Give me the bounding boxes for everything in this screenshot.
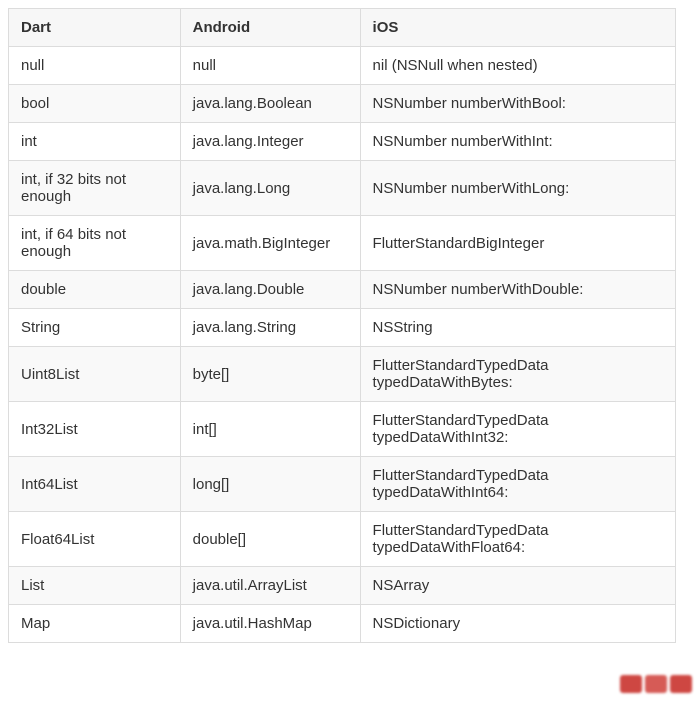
cell-dart: String <box>9 309 181 347</box>
table-row: Int64List long[] FlutterStandardTypedDat… <box>9 457 676 512</box>
table-row: int java.lang.Integer NSNumber numberWit… <box>9 123 676 161</box>
cell-android: java.lang.Boolean <box>180 85 360 123</box>
cell-ios: FlutterStandardTypedData typedDataWithIn… <box>360 402 675 457</box>
cell-dart: Float64List <box>9 512 181 567</box>
cell-dart: Int32List <box>9 402 181 457</box>
cell-ios: NSNumber numberWithLong: <box>360 161 675 216</box>
table-row: bool java.lang.Boolean NSNumber numberWi… <box>9 85 676 123</box>
header-dart: Dart <box>9 9 181 47</box>
cell-dart: int, if 32 bits not enough <box>9 161 181 216</box>
cell-dart: null <box>9 47 181 85</box>
cell-ios: FlutterStandardTypedData typedDataWithBy… <box>360 347 675 402</box>
cell-ios: nil (NSNull when nested) <box>360 47 675 85</box>
cell-android: java.lang.Integer <box>180 123 360 161</box>
cell-dart: Int64List <box>9 457 181 512</box>
cell-ios: NSString <box>360 309 675 347</box>
cell-dart: bool <box>9 85 181 123</box>
cell-android: byte[] <box>180 347 360 402</box>
cell-dart: Uint8List <box>9 347 181 402</box>
table-row: double java.lang.Double NSNumber numberW… <box>9 271 676 309</box>
cell-ios: NSNumber numberWithInt: <box>360 123 675 161</box>
table-row: int, if 32 bits not enough java.lang.Lon… <box>9 161 676 216</box>
cell-ios: FlutterStandardTypedData typedDataWithFl… <box>360 512 675 567</box>
cell-android: java.lang.Double <box>180 271 360 309</box>
table-header-row: Dart Android iOS <box>9 9 676 47</box>
cell-ios: NSDictionary <box>360 605 675 643</box>
cell-dart: Map <box>9 605 181 643</box>
table-row: Uint8List byte[] FlutterStandardTypedDat… <box>9 347 676 402</box>
cell-android: int[] <box>180 402 360 457</box>
cell-dart: double <box>9 271 181 309</box>
cell-ios: FlutterStandardTypedData typedDataWithIn… <box>360 457 675 512</box>
header-ios: iOS <box>360 9 675 47</box>
cell-android: null <box>180 47 360 85</box>
cell-dart: List <box>9 567 181 605</box>
cell-ios: NSNumber numberWithBool: <box>360 85 675 123</box>
cell-android: java.util.ArrayList <box>180 567 360 605</box>
table-row: int, if 64 bits not enough java.math.Big… <box>9 216 676 271</box>
table-row: String java.lang.String NSString <box>9 309 676 347</box>
cell-dart: int <box>9 123 181 161</box>
cell-android: java.util.HashMap <box>180 605 360 643</box>
cell-dart: int, if 64 bits not enough <box>9 216 181 271</box>
table-row: List java.util.ArrayList NSArray <box>9 567 676 605</box>
cell-android: double[] <box>180 512 360 567</box>
table-row: null null nil (NSNull when nested) <box>9 47 676 85</box>
cell-android: java.math.BigInteger <box>180 216 360 271</box>
watermark-icon <box>617 672 695 696</box>
cell-android: long[] <box>180 457 360 512</box>
table-row: Int32List int[] FlutterStandardTypedData… <box>9 402 676 457</box>
table-row: Map java.util.HashMap NSDictionary <box>9 605 676 643</box>
cell-ios: FlutterStandardBigInteger <box>360 216 675 271</box>
header-android: Android <box>180 9 360 47</box>
type-mapping-table: Dart Android iOS null null nil (NSNull w… <box>8 8 676 643</box>
table-row: Float64List double[] FlutterStandardType… <box>9 512 676 567</box>
cell-ios: NSArray <box>360 567 675 605</box>
cell-android: java.lang.Long <box>180 161 360 216</box>
cell-ios: NSNumber numberWithDouble: <box>360 271 675 309</box>
cell-android: java.lang.String <box>180 309 360 347</box>
